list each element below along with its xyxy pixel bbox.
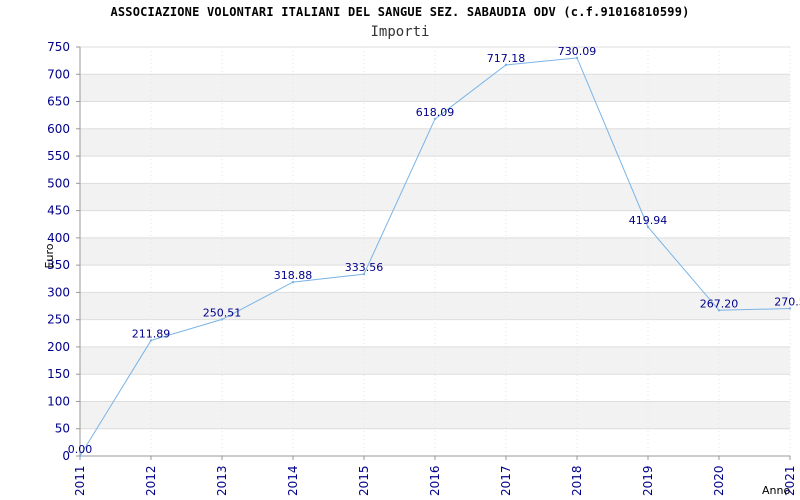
plot-area: 0501001502002503003504004505005506006507… (43, 40, 800, 497)
x-axis-title: Anno (762, 484, 790, 497)
y-tick-label: 250 (47, 313, 70, 327)
x-tick-label: 2016 (428, 465, 442, 496)
y-tick-label: 600 (47, 122, 70, 136)
data-label: 333.56 (345, 261, 384, 274)
y-axis-title: Euro (43, 243, 56, 268)
y-tick-label: 500 (47, 176, 70, 190)
y-tick-label: 650 (47, 95, 70, 109)
y-tick-label: 50 (55, 422, 70, 436)
x-tick-label: 2020 (712, 465, 726, 496)
x-tick-label: 2019 (641, 465, 655, 496)
x-tick-label: 2017 (499, 465, 513, 496)
y-tick-label: 200 (47, 340, 70, 354)
data-label: 419.94 (629, 214, 668, 227)
data-label: 267.20 (700, 297, 739, 310)
y-tick-label: 450 (47, 204, 70, 218)
data-label: 730.09 (558, 45, 597, 58)
y-tick-label: 550 (47, 149, 70, 163)
data-label: 618.09 (416, 106, 455, 119)
y-tick-label: 400 (47, 231, 70, 245)
x-tick-label: 2014 (286, 465, 300, 496)
y-tick-label: 150 (47, 367, 70, 381)
y-tick-label: 750 (47, 40, 70, 54)
data-label: 270.5 (774, 295, 800, 308)
data-label: 211.89 (132, 327, 171, 340)
y-tick-label: 300 (47, 285, 70, 299)
x-tick-label: 2013 (215, 465, 229, 496)
x-tick-label: 2011 (73, 465, 87, 496)
y-tick-label: 100 (47, 394, 70, 408)
y-tick-label: 700 (47, 67, 70, 81)
data-label: 717.18 (487, 52, 526, 65)
chart: ASSOCIAZIONE VOLONTARI ITALIANI DEL SANG… (0, 0, 800, 500)
data-label: 0.00 (68, 443, 93, 456)
x-tick-label: 2018 (570, 465, 584, 496)
x-tick-label: 2015 (357, 465, 371, 496)
data-label: 250.51 (203, 306, 242, 319)
x-tick-label: 2012 (144, 465, 158, 496)
data-label: 318.88 (274, 269, 313, 282)
